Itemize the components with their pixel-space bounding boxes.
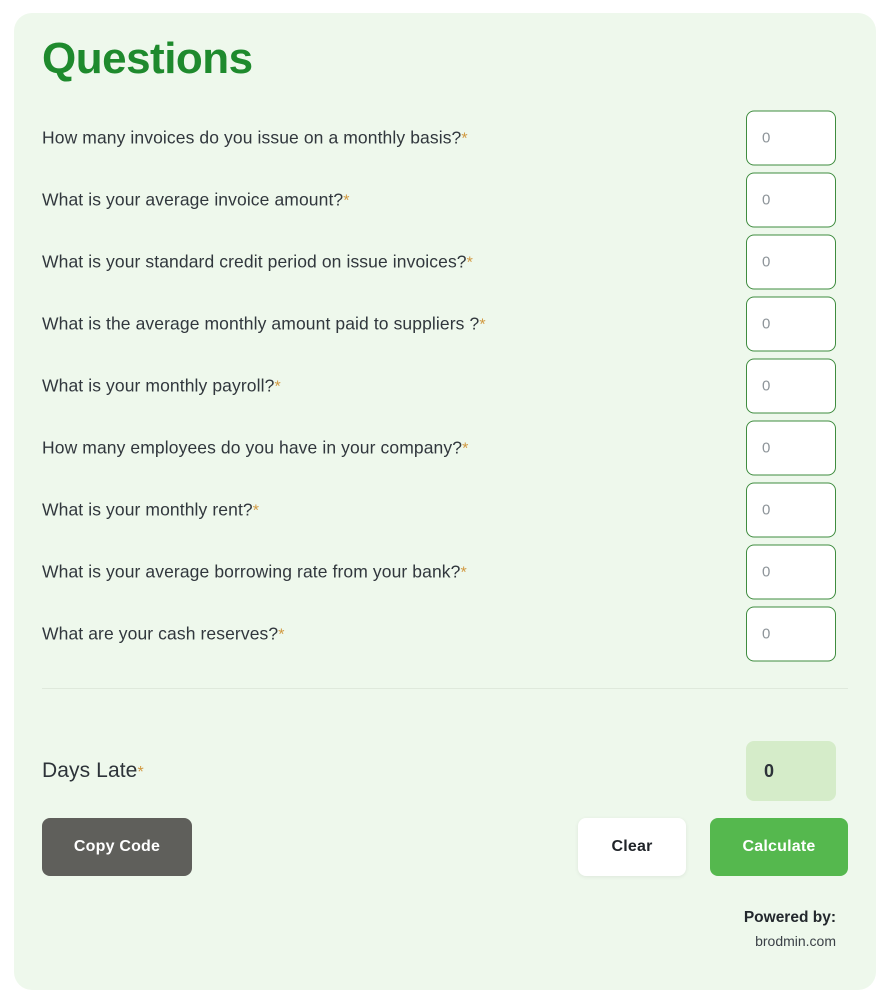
question-row: How many employees do you have in your c… bbox=[42, 417, 848, 479]
question-text: How many employees do you have in your c… bbox=[42, 437, 463, 458]
question-text: What is your standard credit period on i… bbox=[42, 251, 467, 272]
question-label: What is your average borrowing rate from… bbox=[42, 562, 467, 583]
question-row: What is your monthly payroll?* bbox=[42, 355, 848, 417]
question-label: What are your cash reserves?* bbox=[42, 624, 285, 645]
question-input-borrowing-rate[interactable] bbox=[746, 544, 836, 600]
question-input-wrap bbox=[746, 358, 836, 414]
question-row: What is your monthly rent?* bbox=[42, 479, 848, 541]
required-asterisk: * bbox=[137, 764, 144, 781]
question-text: What is your average borrowing rate from… bbox=[42, 561, 461, 582]
question-label: What is your standard credit period on i… bbox=[42, 252, 473, 273]
question-input-monthly-payroll[interactable] bbox=[746, 358, 836, 414]
question-input-cash-reserves[interactable] bbox=[746, 606, 836, 662]
question-label: How many employees do you have in your c… bbox=[42, 438, 468, 459]
question-input-credit-period[interactable] bbox=[746, 234, 836, 290]
page-title: Questions bbox=[42, 34, 253, 83]
required-asterisk: * bbox=[278, 626, 285, 644]
question-input-wrap bbox=[746, 606, 836, 662]
question-row: What is your average borrowing rate from… bbox=[42, 541, 848, 603]
question-label: What is your monthly payroll?* bbox=[42, 376, 281, 397]
question-text: What is your monthly payroll? bbox=[42, 375, 275, 396]
question-text: What is the average monthly amount paid … bbox=[42, 313, 480, 334]
result-label-text: Days Late bbox=[42, 759, 138, 782]
days-late-result: 0 bbox=[746, 741, 836, 801]
questions-list: How many invoices do you issue on a mont… bbox=[42, 107, 848, 665]
question-input-average-invoice-amount[interactable] bbox=[746, 172, 836, 228]
card-inner: Questions How many invoices do you issue… bbox=[14, 13, 876, 990]
footer: Powered by: brodmin.com bbox=[604, 908, 864, 952]
required-asterisk: * bbox=[343, 192, 350, 210]
question-row: What are your cash reserves?* bbox=[42, 603, 848, 665]
question-input-monthly-rent[interactable] bbox=[746, 482, 836, 538]
required-asterisk: * bbox=[466, 254, 473, 272]
page-root: Questions How many invoices do you issue… bbox=[0, 0, 891, 1005]
result-row: Days Late* 0 bbox=[42, 735, 848, 807]
provider-name: brodmin.com bbox=[755, 933, 836, 950]
question-input-invoices-per-month[interactable] bbox=[746, 110, 836, 166]
question-row: How many invoices do you issue on a mont… bbox=[42, 107, 848, 169]
required-asterisk: * bbox=[462, 440, 469, 458]
question-input-employee-count[interactable] bbox=[746, 420, 836, 476]
section-divider bbox=[42, 688, 848, 689]
question-label: What is the average monthly amount paid … bbox=[42, 314, 486, 335]
question-input-wrap bbox=[746, 482, 836, 538]
question-row: What is the average monthly amount paid … bbox=[42, 293, 848, 355]
question-input-wrap bbox=[746, 234, 836, 290]
clear-button[interactable]: Clear bbox=[578, 818, 686, 876]
calculate-button[interactable]: Calculate bbox=[710, 818, 848, 876]
questions-card: Questions How many invoices do you issue… bbox=[14, 13, 876, 990]
question-text: What is your average invoice amount? bbox=[42, 189, 344, 210]
required-asterisk: * bbox=[479, 316, 486, 334]
required-asterisk: * bbox=[461, 130, 468, 148]
question-row: What is your average invoice amount?* bbox=[42, 169, 848, 231]
question-input-wrap bbox=[746, 420, 836, 476]
question-input-wrap bbox=[746, 172, 836, 228]
question-label: How many invoices do you issue on a mont… bbox=[42, 128, 468, 149]
question-input-supplier-payments[interactable] bbox=[746, 296, 836, 352]
copy-code-button[interactable]: Copy Code bbox=[42, 818, 192, 876]
question-label: What is your monthly rent?* bbox=[42, 500, 259, 521]
question-input-wrap bbox=[746, 296, 836, 352]
powered-by-label: Powered by: bbox=[743, 909, 836, 926]
action-button-row: Copy Code Clear Calculate bbox=[42, 818, 848, 876]
question-text: How many invoices do you issue on a mont… bbox=[42, 127, 462, 148]
question-input-wrap bbox=[746, 544, 836, 600]
question-label: What is your average invoice amount?* bbox=[42, 190, 350, 211]
question-row: What is your standard credit period on i… bbox=[42, 231, 848, 293]
question-text: What are your cash reserves? bbox=[42, 623, 279, 644]
required-asterisk: * bbox=[460, 564, 467, 582]
question-input-wrap bbox=[746, 110, 836, 166]
result-label: Days Late* bbox=[42, 759, 144, 783]
required-asterisk: * bbox=[252, 502, 260, 520]
question-text: What is your monthly rent? bbox=[42, 499, 253, 520]
required-asterisk: * bbox=[274, 378, 281, 396]
